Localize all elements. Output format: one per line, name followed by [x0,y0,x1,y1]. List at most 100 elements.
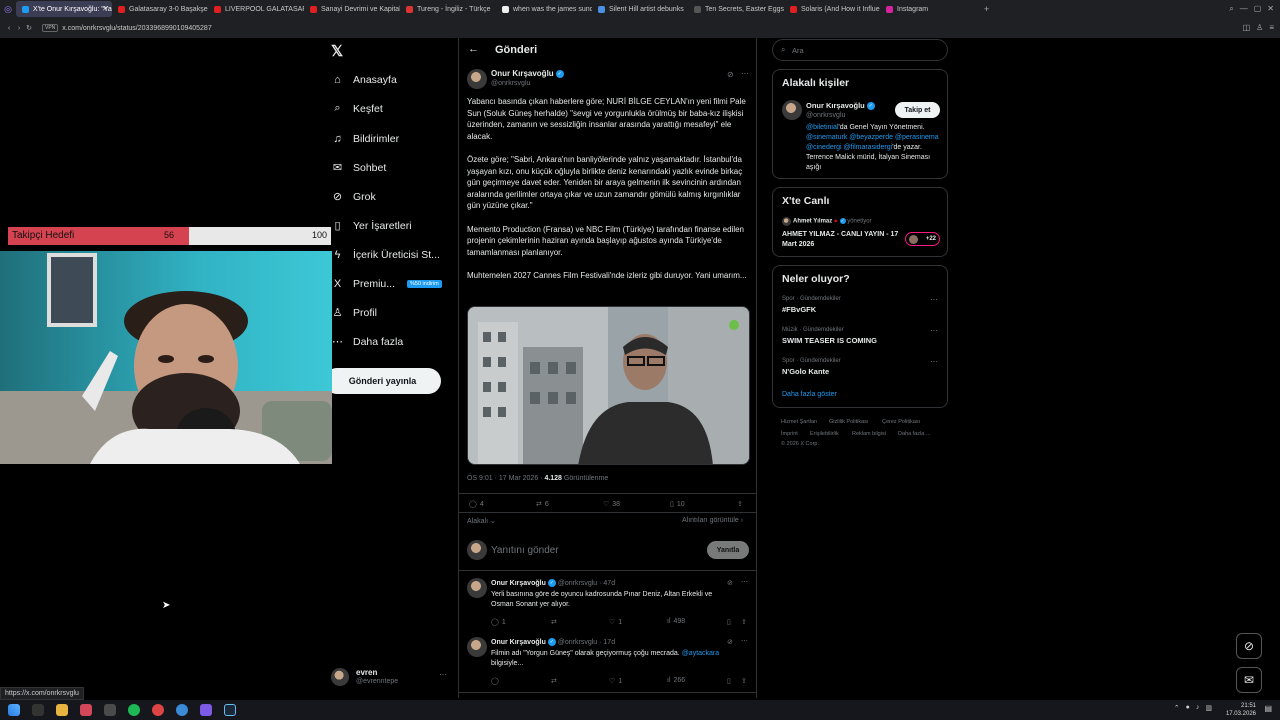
author-avatar[interactable] [467,69,487,89]
live-title[interactable]: AHMET YILMAZ - CANLI YAYIN - 17 Mart 202… [782,230,902,249]
url-text[interactable]: x.com/onrkrsvglu/status/2033968990109405… [62,25,211,32]
start-icon[interactable] [8,704,20,716]
browser-app-icon[interactable] [80,704,92,716]
post-button[interactable]: Gönderi yayınla [324,368,441,394]
reply-action[interactable]: ◯ 1 [491,618,506,627]
repost-action[interactable]: ⇄ [551,677,560,685]
related-name[interactable]: Onur Kırşavoğlu [806,101,865,110]
bookmark-action[interactable]: ▯ 10 [670,500,685,509]
file-explorer-icon[interactable] [56,704,68,716]
nav-item-person[interactable]: ♙ Profil [331,306,377,320]
messages-float-button[interactable]: ✉ [1236,667,1262,693]
x-logo-icon[interactable]: 𝕏 [331,42,343,60]
system-tray[interactable]: ⌃ ● ♪ ▥ [1174,704,1212,712]
repost-action[interactable]: ⇄ [551,618,560,626]
task-view-icon[interactable] [32,704,44,716]
reply-action[interactable]: ◯ [491,677,502,685]
like-action[interactable]: ♡ 1 [609,677,622,686]
post-image[interactable] [467,306,750,465]
view-quotes-link[interactable]: Alıntıları görüntüle › [682,517,743,524]
bookmark-icon[interactable]: ▯ [727,677,731,685]
back-arrow-icon[interactable]: ← [468,43,479,55]
spotify-icon[interactable] [128,704,140,716]
minimize-icon[interactable]: — [1240,4,1248,14]
forward-icon[interactable]: › [14,25,24,32]
reply-post[interactable]: Onur Kırşavoğlu ✓ @onrkrsvglu · 17d ⊘ ⋯ F… [459,635,757,691]
post-timestamp[interactable]: ÖS 9:01 · 17 Mar 2026 · [467,475,544,482]
nav-item-grok[interactable]: ⊘ Grok [331,190,376,204]
close-tab-icon[interactable]: ✕ [102,5,108,13]
nav-item-chat[interactable]: ✉ Sohbet [331,161,386,175]
mention-link[interactable]: @aytackara [682,650,719,657]
grok-icon[interactable]: ⊘ [727,579,733,587]
browser-tab[interactable]: Ten Secrets, Easter Eggs [688,1,784,17]
reply-author[interactable]: Onur Kırşavoğlu [491,580,546,587]
footer-link[interactable]: Erişilebilirlik [810,431,839,437]
nav-item-bookmark[interactable]: ▯ Yer İşaretleri [331,219,411,233]
author-name[interactable]: Onur Kırşavoğlu [491,69,554,78]
browser-tab[interactable]: X'te Onur Kırşavoğlu: "Ya ✕ [16,1,112,17]
footer-link[interactable]: Reklam bilgisi [852,431,886,437]
bookmark-icon[interactable]: ▯ [727,618,731,626]
browser-tab[interactable]: LIVERPOOL GALATASARAY [208,1,304,17]
mic-icon[interactable]: ● [1186,704,1190,712]
search-box[interactable]: ⌕ Ara [772,39,948,61]
reply-action[interactable]: ◯ 4 [469,500,484,509]
browser-tab[interactable]: Silent Hill artist debunks [592,1,688,17]
views-action[interactable]: ıl 266 [667,677,685,684]
more-icon[interactable]: ⋯ [741,578,748,586]
grok-float-button[interactable]: ⊘ [1236,633,1262,659]
more-icon[interactable]: ⋯ [439,670,447,679]
footer-link[interactable]: Daha fazla ... [898,431,930,437]
chrome-icon[interactable] [152,704,164,716]
related-avatar[interactable] [782,100,802,120]
vpn-app-icon[interactable] [176,704,188,716]
search-tabs-icon[interactable]: ⌕ [1229,4,1233,14]
grok-icon[interactable]: ⊘ [727,638,733,646]
extensions-icon[interactable]: ◫ [1243,23,1251,32]
footer-link[interactable]: Çerez Politikası [882,419,920,425]
browser-menu-icon[interactable]: ◎ [0,4,16,15]
nav-item-bell[interactable]: ♫ Bildirimler [331,132,399,145]
more-icon[interactable]: ⋯ [741,637,748,645]
browser-tab[interactable]: Solaris (And How it Influen [784,1,880,17]
browser-tab[interactable]: Galatasaray 3-0 Başakşehir [112,1,208,17]
relevance-dropdown[interactable]: Alakalı ⌄ [467,517,496,525]
discord-icon[interactable] [200,704,212,716]
vpn-badge[interactable]: VPN [42,24,59,32]
more-icon[interactable]: ⋯ [930,357,938,366]
close-window-icon[interactable]: ✕ [1267,4,1274,14]
footer-link[interactable]: Gizlilik Politikası [829,419,868,425]
notes-app-icon[interactable] [104,704,116,716]
nav-item-search[interactable]: ⌕ Keşfet [331,102,382,115]
views-action[interactable]: ıl 498 [667,618,685,625]
live-listeners[interactable]: +22 [905,232,940,246]
browser-tab[interactable]: Sanayi Devrimi ve Kapitalizm [304,1,400,17]
reply-button[interactable]: Yanıtla [707,541,749,559]
browser-tab[interactable]: when was the james sunderl [496,1,592,17]
more-icon[interactable]: ⋯ [930,326,938,335]
browser-tab[interactable]: Instagram [880,1,976,17]
steam-icon[interactable] [224,704,236,716]
nav-item-more-circle[interactable]: ⋯ Daha fazla [331,335,403,349]
system-clock[interactable]: 21:51 17.03.2026 [1226,702,1256,718]
follow-button[interactable]: Takip et [895,102,940,118]
network-icon[interactable]: ▥ [1205,704,1212,712]
browser-tab[interactable]: Tureng - İngiliz - Türkçe [400,1,496,17]
like-action[interactable]: ♡ 1 [609,618,622,627]
reload-icon[interactable]: ↻ [24,24,34,32]
bio-mention[interactable]: @biletinial [806,124,838,131]
more-icon[interactable]: ⋯ [930,295,938,304]
volume-icon[interactable]: ♪ [1196,704,1200,712]
reply-input[interactable]: Yanıtını gönder [491,545,559,556]
notification-icon[interactable]: ▤ [1264,704,1272,713]
reply-post[interactable]: Onur Kırşavoğlu ✓ @onrkrsvglu · 47d ⊘ ⋯ Y… [459,576,757,632]
author-handle[interactable]: @onrkrsvglu [491,80,530,87]
search-input[interactable]: Ara [792,46,804,55]
share-icon[interactable]: ⇪ [737,500,743,508]
like-action[interactable]: ♡ 38 [603,500,620,509]
nav-item-x-premium[interactable]: X Premiu... %50 indirim [331,277,442,290]
tray-chevron-icon[interactable]: ⌃ [1174,704,1180,712]
browser-settings-icon[interactable]: ≡ [1269,23,1274,32]
account-switcher[interactable]: evren @evrenntepe ⋯ [331,666,451,688]
